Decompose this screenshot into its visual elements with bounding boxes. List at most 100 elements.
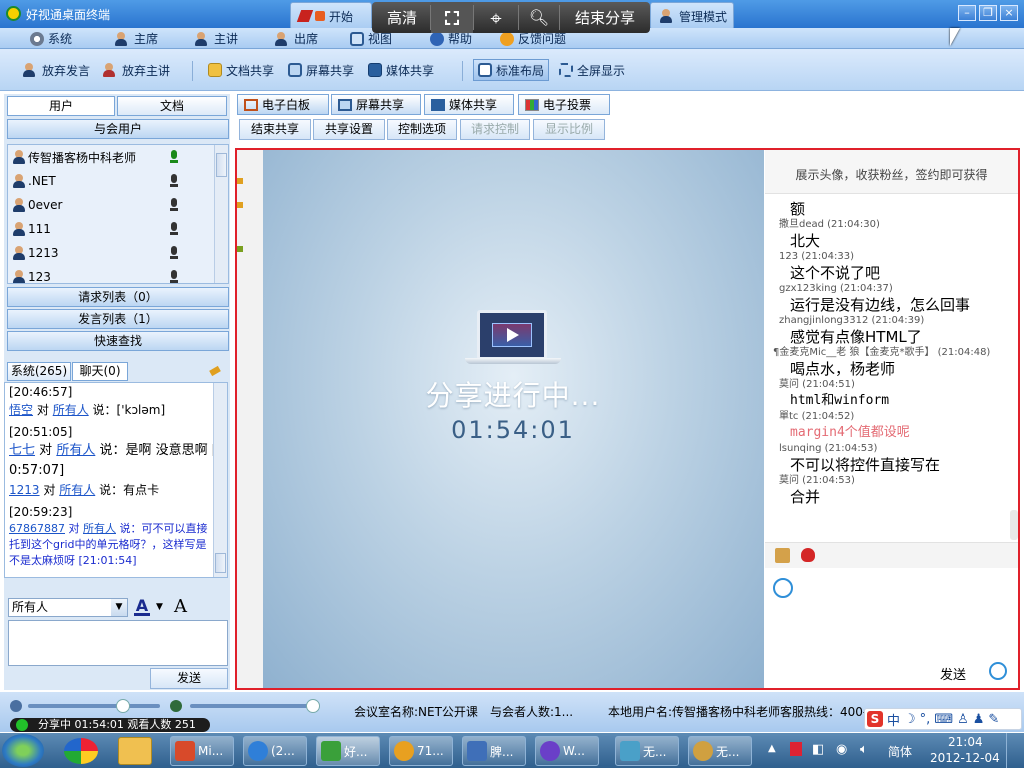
mic-icon[interactable] [168, 270, 180, 283]
screen-share-button[interactable]: 屏幕共享 [284, 59, 358, 81]
recipient-select[interactable]: 所有人 ▼ [8, 598, 128, 617]
quick-search-header[interactable]: 快速查找 [7, 331, 229, 351]
emoji-icon[interactable] [773, 578, 793, 598]
skin-icon[interactable]: ♟ [973, 712, 985, 727]
admin-mode-menu[interactable]: 管理模式 [650, 2, 734, 30]
menu-presenter[interactable]: 主讲 [190, 30, 238, 47]
tray-flag-icon[interactable] [790, 742, 802, 756]
minimize-button[interactable]: – [958, 5, 976, 21]
taskbar-item[interactable]: 71... [389, 736, 453, 766]
admin-user-icon [659, 9, 673, 23]
promo-banner[interactable]: 展示头像，收获粉丝，签约即可获得 [765, 150, 1018, 194]
tab-voting[interactable]: 电子投票 [518, 94, 610, 115]
quality-hd-button[interactable]: 高清 [374, 2, 430, 33]
clock-time[interactable]: 21:04 [948, 735, 983, 749]
attendees-header[interactable]: 与会用户 [7, 119, 229, 139]
media-share-button[interactable]: 媒体共享 [364, 59, 438, 81]
mic-icon[interactable] [168, 246, 180, 260]
chevron-down-icon[interactable]: ▼ [156, 602, 163, 612]
chat-scrollbar[interactable] [1010, 510, 1018, 540]
menu-chair[interactable]: 主席 [110, 30, 158, 47]
give-up-speak-button[interactable]: 放弃发言 [14, 59, 94, 81]
tray-network-icon[interactable]: ◧ [812, 742, 824, 757]
mic-slider[interactable] [190, 699, 320, 713]
user-list-scrollbar[interactable] [214, 145, 228, 283]
taskbar-item[interactable]: Mi... [170, 736, 234, 766]
tools-icon[interactable]: ✎ [988, 712, 999, 727]
control-options-button[interactable]: 控制选项 [387, 119, 457, 140]
message-input[interactable] [8, 620, 228, 666]
stop-share-button[interactable]: 结束分享 [560, 2, 650, 33]
tab-chat[interactable]: 聊天(0) [72, 362, 128, 381]
tab-system[interactable]: 系统(265) [7, 362, 71, 381]
ime-toolbar[interactable]: S 中 ☽ °, ⌨ ♙ ♟ ✎ [864, 708, 1022, 730]
doc-share-button[interactable]: 文档共享 [204, 59, 278, 81]
end-share-button[interactable]: 结束共享 [239, 119, 311, 140]
chat-bubble-icon[interactable] [989, 662, 1007, 680]
keyboard-icon[interactable]: ⌨ [934, 712, 953, 727]
zoom-button[interactable]: 🔍︎ [519, 2, 559, 33]
explorer-icon[interactable] [118, 737, 152, 765]
volume-slider[interactable] [28, 699, 160, 713]
mic-icon[interactable] [168, 150, 180, 164]
local-username: 本地用户名:传智播客杨中科老师 [608, 705, 781, 719]
display-ratio-button[interactable]: 显示比例 [533, 119, 605, 140]
select-region-button[interactable] [431, 2, 473, 33]
tray-app-icon[interactable]: ◉ [836, 742, 847, 757]
tab-screen-share[interactable]: 屏幕共享 [331, 94, 421, 115]
chevron-down-icon[interactable]: ▼ [111, 599, 127, 616]
menu-attend[interactable]: 出席 [270, 30, 318, 47]
taskbar-item[interactable]: 无... [688, 736, 752, 766]
taskbar-item[interactable]: (2... [243, 736, 307, 766]
tab-users[interactable]: 用户 [7, 96, 115, 116]
maximize-button[interactable]: ❐ [979, 5, 997, 21]
tab-documents[interactable]: 文档 [117, 96, 227, 116]
speak-list-header[interactable]: 发言列表（1） [7, 309, 229, 329]
request-list-header[interactable]: 请求列表（0） [7, 287, 229, 307]
menu-system[interactable]: 系统 [30, 30, 72, 47]
rose-icon[interactable] [801, 548, 815, 562]
clock-date[interactable]: 2012-12-04 [930, 751, 1000, 765]
send-button[interactable]: 发送 [150, 668, 228, 689]
speaker-icon[interactable]: 🔈︎ [860, 742, 868, 757]
user-row[interactable]: .NET [8, 169, 228, 193]
mic-icon[interactable] [168, 198, 180, 212]
ime-indicator[interactable]: 简体 [888, 743, 912, 760]
standard-layout-button[interactable]: 标准布局 [473, 59, 550, 81]
start-share-menu[interactable]: 开始 [290, 2, 372, 30]
share-settings-button[interactable]: 共享设置 [313, 119, 385, 140]
note-icon[interactable] [775, 548, 790, 563]
user-row[interactable]: 0ever [8, 193, 228, 217]
tab-whiteboard[interactable]: 电子白板 [237, 94, 329, 115]
crosshair-button[interactable]: ⌖ [474, 2, 518, 33]
font-size-icon[interactable]: A [174, 596, 187, 617]
media-player-icon[interactable] [64, 738, 98, 764]
taskbar-item-active[interactable]: 好... [316, 736, 380, 766]
request-control-button[interactable]: 请求控制 [460, 119, 530, 140]
moon-icon[interactable]: ☽ [904, 712, 916, 727]
mic-icon[interactable] [168, 222, 180, 236]
send-button[interactable]: 发送 [940, 664, 966, 683]
taskbar-item[interactable]: W... [535, 736, 599, 766]
tab-media-share[interactable]: 媒体共享 [424, 94, 514, 115]
mic-icon[interactable] [168, 174, 180, 188]
chat-message-text: 运行是没有边线，怎么回事 [790, 296, 971, 314]
user-row[interactable]: 111 [8, 217, 228, 241]
pin-icon[interactable] [209, 364, 224, 378]
user-icon[interactable]: ♙ [957, 712, 969, 727]
user-row[interactable]: 传智播客杨中科老师 [8, 145, 228, 169]
tray-expand-icon[interactable]: ▲ [768, 743, 776, 754]
user-row[interactable]: 1213 [8, 241, 228, 265]
give-up-host-button[interactable]: 放弃主讲 [94, 59, 174, 81]
fullscreen-button[interactable]: 全屏显示 [555, 59, 629, 81]
ime-mode[interactable]: 中 [887, 710, 900, 729]
start-button[interactable] [2, 734, 44, 767]
taskbar-item[interactable]: 脾... [462, 736, 526, 766]
chat-scrollbar[interactable] [213, 383, 227, 577]
show-desktop-button[interactable] [1006, 733, 1022, 768]
punct-icon[interactable]: °, [920, 712, 931, 727]
user-row[interactable]: 123 [8, 265, 228, 283]
font-color-icon[interactable]: A [134, 598, 150, 616]
close-button[interactable]: × [1000, 5, 1018, 21]
taskbar-item[interactable]: 无... [615, 736, 679, 766]
